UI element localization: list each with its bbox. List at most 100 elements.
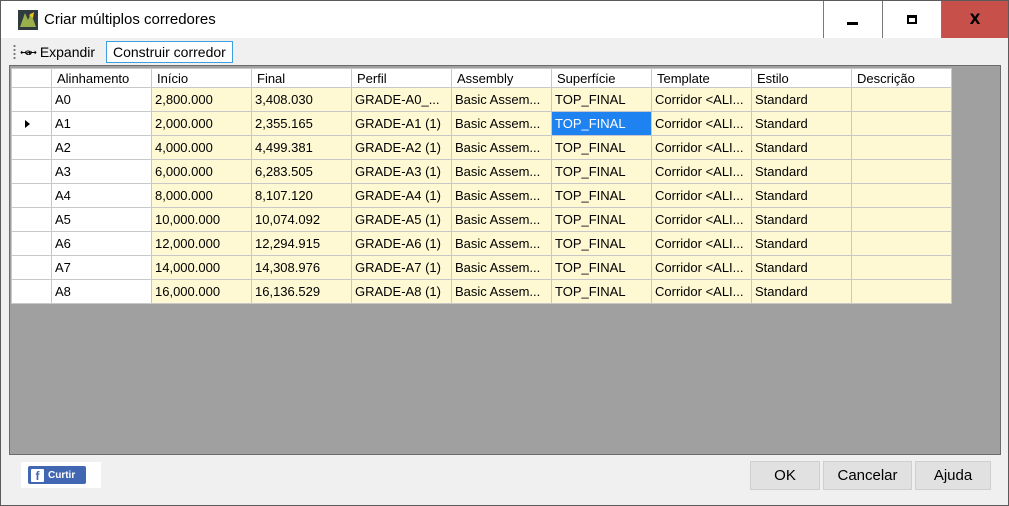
cell-template[interactable]: Corridor <ALI... [651, 159, 752, 184]
cell-perfil[interactable]: GRADE-A3 (1) [351, 159, 452, 184]
cell-superficie[interactable]: TOP_FINAL [551, 255, 652, 280]
row-header[interactable] [11, 231, 52, 256]
cell-alinhamento[interactable]: A1 [51, 111, 152, 136]
cell-template[interactable]: Corridor <ALI... [651, 87, 752, 112]
row-header[interactable] [11, 159, 52, 184]
cell-superficie[interactable]: TOP_FINAL [551, 279, 652, 304]
column-header-final[interactable]: Final [251, 68, 352, 88]
cell-final[interactable]: 10,074.092 [251, 207, 352, 232]
cell-inicio[interactable]: 2,800.000 [151, 87, 252, 112]
cell-descricao[interactable] [851, 255, 952, 280]
cell-inicio[interactable]: 2,000.000 [151, 111, 252, 136]
cell-estilo[interactable]: Standard [751, 207, 852, 232]
ok-button[interactable]: OK [750, 461, 820, 490]
cell-inicio[interactable]: 4,000.000 [151, 135, 252, 160]
cell-final[interactable]: 2,355.165 [251, 111, 352, 136]
cell-superficie[interactable]: TOP_FINAL [551, 183, 652, 208]
cell-descricao[interactable] [851, 111, 952, 136]
cell-descricao[interactable] [851, 183, 952, 208]
cell-alinhamento[interactable]: A0 [51, 87, 152, 112]
cell-final[interactable]: 3,408.030 [251, 87, 352, 112]
column-header-descricao[interactable]: Descrição [851, 68, 952, 88]
cell-inicio[interactable]: 12,000.000 [151, 231, 252, 256]
cell-descricao[interactable] [851, 87, 952, 112]
cell-assembly[interactable]: Basic Assem... [451, 159, 552, 184]
cell-assembly[interactable]: Basic Assem... [451, 207, 552, 232]
table-row[interactable]: A5 10,000.000 10,074.092 GRADE-A5 (1) Basic … [11, 207, 952, 232]
cell-inicio[interactable]: 16,000.000 [151, 279, 252, 304]
cell-template[interactable]: Corridor <ALI... [651, 231, 752, 256]
maximize-button[interactable] [882, 1, 940, 38]
row-header[interactable] [11, 255, 52, 280]
cell-estilo[interactable]: Standard [751, 255, 852, 280]
cell-perfil[interactable]: GRADE-A7 (1) [351, 255, 452, 280]
cell-superficie[interactable]: TOP_FINAL [551, 111, 652, 136]
cell-final[interactable]: 16,136.529 [251, 279, 352, 304]
cell-final[interactable]: 12,294.915 [251, 231, 352, 256]
cell-assembly[interactable]: Basic Assem... [451, 255, 552, 280]
cell-descricao[interactable] [851, 207, 952, 232]
cell-alinhamento[interactable]: A8 [51, 279, 152, 304]
cell-assembly[interactable]: Basic Assem... [451, 231, 552, 256]
cell-descricao[interactable] [851, 231, 952, 256]
row-header[interactable] [11, 135, 52, 160]
column-header-template[interactable]: Template [651, 68, 752, 88]
table-row[interactable]: A8 16,000.000 16,136.529 GRADE-A8 (1) Basic … [11, 279, 952, 304]
cell-estilo[interactable]: Standard [751, 87, 852, 112]
cell-estilo[interactable]: Standard [751, 135, 852, 160]
cell-estilo[interactable]: Standard [751, 159, 852, 184]
cell-assembly[interactable]: Basic Assem... [451, 135, 552, 160]
cell-alinhamento[interactable]: A7 [51, 255, 152, 280]
table-row[interactable]: A1 2,000.000 2,355.165 GRADE-A1 (1) Basic As… [11, 111, 952, 136]
cell-inicio[interactable]: 10,000.000 [151, 207, 252, 232]
cell-template[interactable]: Corridor <ALI... [651, 255, 752, 280]
cell-estilo[interactable]: Standard [751, 183, 852, 208]
cell-superficie[interactable]: TOP_FINAL [551, 135, 652, 160]
table-row[interactable]: A2 4,000.000 4,499.381 GRADE-A2 (1) Basic As… [11, 135, 952, 160]
minimize-button[interactable] [823, 1, 881, 38]
row-header[interactable] [11, 207, 52, 232]
cell-alinhamento[interactable]: A5 [51, 207, 152, 232]
column-header-perfil[interactable]: Perfil [351, 68, 452, 88]
cell-final[interactable]: 6,283.505 [251, 159, 352, 184]
cell-perfil[interactable]: GRADE-A2 (1) [351, 135, 452, 160]
cell-estilo[interactable]: Standard [751, 279, 852, 304]
cell-inicio[interactable]: 14,000.000 [151, 255, 252, 280]
cell-assembly[interactable]: Basic Assem... [451, 183, 552, 208]
title-bar[interactable]: Criar múltiplos corredores X [1, 1, 1008, 38]
cell-template[interactable]: Corridor <ALI... [651, 279, 752, 304]
expand-button[interactable]: ↤a↦ Expandir [20, 41, 95, 63]
cell-perfil[interactable]: GRADE-A8 (1) [351, 279, 452, 304]
corner-header[interactable] [11, 68, 52, 88]
cell-estilo[interactable]: Standard [751, 111, 852, 136]
column-header-estilo[interactable]: Estilo [751, 68, 852, 88]
help-button[interactable]: Ajuda [915, 461, 991, 490]
cell-perfil[interactable]: GRADE-A4 (1) [351, 183, 452, 208]
row-header[interactable] [11, 111, 52, 136]
toolbar-grip-icon[interactable] [13, 44, 16, 60]
cell-assembly[interactable]: Basic Assem... [451, 111, 552, 136]
cell-inicio[interactable]: 8,000.000 [151, 183, 252, 208]
facebook-like-button[interactable]: f Curtir [21, 462, 101, 488]
cell-perfil[interactable]: GRADE-A6 (1) [351, 231, 452, 256]
table-row[interactable]: A0 2,800.000 3,408.030 GRADE-A0_... Basic As… [11, 87, 952, 112]
cell-descricao[interactable] [851, 279, 952, 304]
cell-assembly[interactable]: Basic Assem... [451, 279, 552, 304]
table-row[interactable]: A6 12,000.000 12,294.915 GRADE-A6 (1) Basic … [11, 231, 952, 256]
column-header-superficie[interactable]: Superfície [551, 68, 652, 88]
column-header-alinhamento[interactable]: Alinhamento [51, 68, 152, 88]
cell-alinhamento[interactable]: A4 [51, 183, 152, 208]
cell-superficie[interactable]: TOP_FINAL [551, 159, 652, 184]
build-corridor-button[interactable]: Construir corredor [106, 41, 233, 63]
cell-final[interactable]: 4,499.381 [251, 135, 352, 160]
cell-template[interactable]: Corridor <ALI... [651, 135, 752, 160]
row-header[interactable] [11, 279, 52, 304]
cell-assembly[interactable]: Basic Assem... [451, 87, 552, 112]
cell-estilo[interactable]: Standard [751, 231, 852, 256]
column-header-assembly[interactable]: Assembly [451, 68, 552, 88]
row-header[interactable] [11, 183, 52, 208]
row-header[interactable] [11, 87, 52, 112]
table-row[interactable]: A3 6,000.000 6,283.505 GRADE-A3 (1) Basic As… [11, 159, 952, 184]
cell-template[interactable]: Corridor <ALI... [651, 111, 752, 136]
cell-superficie[interactable]: TOP_FINAL [551, 207, 652, 232]
